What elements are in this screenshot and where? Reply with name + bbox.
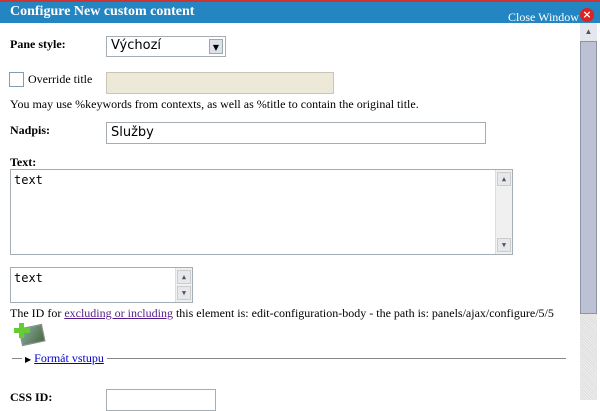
add-media-icon[interactable] bbox=[12, 321, 46, 347]
override-title-input[interactable] bbox=[106, 72, 334, 94]
scroll-up-icon[interactable]: ▲ bbox=[177, 270, 191, 284]
nadpis-label: Nadpis: bbox=[10, 123, 51, 137]
chevron-down-icon[interactable]: ▼ bbox=[209, 39, 223, 54]
format-legend[interactable]: ▶ Formát vstupu bbox=[22, 351, 107, 366]
close-window-link[interactable]: Close Window bbox=[508, 10, 579, 25]
css-id-label: CSS ID: bbox=[10, 390, 53, 404]
text-value: text bbox=[14, 173, 43, 187]
nadpis-input[interactable]: Služby bbox=[106, 122, 486, 144]
id-note: The ID for excluding or including this e… bbox=[10, 306, 554, 321]
dialog-title: Configure New custom content bbox=[10, 4, 195, 19]
scroll-up-icon[interactable]: ▲ bbox=[580, 23, 597, 40]
dialog-titlebar: Configure New custom content Close Windo… bbox=[0, 0, 600, 25]
summary-value: text bbox=[14, 271, 43, 285]
override-title-checkbox[interactable] bbox=[9, 72, 24, 87]
text-label: Text: bbox=[10, 155, 37, 169]
pane-style-select[interactable]: Výchozí ▼ bbox=[106, 36, 226, 57]
scrollbar-thumb[interactable] bbox=[580, 41, 597, 314]
summary-textarea[interactable]: text ▲ ▼ bbox=[10, 267, 193, 303]
override-title-label: Override title bbox=[28, 72, 93, 86]
close-icon[interactable]: × bbox=[580, 8, 594, 22]
scroll-up-icon[interactable]: ▲ bbox=[497, 172, 511, 186]
css-id-input[interactable] bbox=[106, 389, 216, 411]
pane-style-value: Výchozí bbox=[111, 38, 162, 53]
excluding-including-link[interactable]: excluding or including bbox=[64, 306, 173, 320]
textarea-scrollbar[interactable]: ▲ ▼ bbox=[495, 170, 512, 254]
scroll-down-icon[interactable]: ▼ bbox=[497, 238, 511, 252]
page-scrollbar[interactable]: ▲ bbox=[580, 23, 597, 400]
scroll-down-icon[interactable]: ▼ bbox=[177, 286, 191, 300]
id-note-suffix: this element is: edit-configuration-body… bbox=[172, 306, 554, 320]
override-help: You may use %keywords from contexts, as … bbox=[10, 97, 419, 111]
format-toggle-link[interactable]: Formát vstupu bbox=[34, 351, 104, 365]
triangle-right-icon: ▶ bbox=[25, 355, 32, 364]
text-textarea[interactable]: text ▲ ▼ bbox=[10, 169, 513, 255]
pane-style-label: Pane style: bbox=[10, 37, 66, 51]
summary-scrollbar[interactable]: ▲ ▼ bbox=[175, 268, 192, 302]
id-note-prefix: The ID for bbox=[10, 306, 65, 320]
